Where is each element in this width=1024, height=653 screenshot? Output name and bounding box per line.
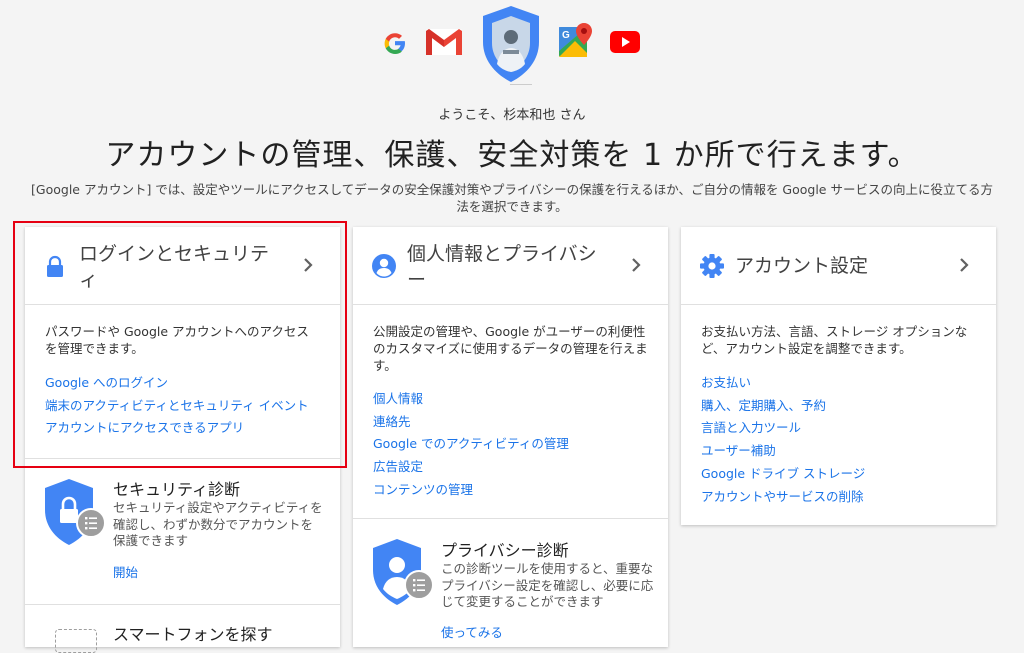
chevron-right-icon[interactable]: [954, 255, 974, 275]
link-content-control[interactable]: コンテンツの管理: [373, 479, 663, 502]
security-checkup-text: セキュリティ設定やアクティビティを確認し、わずか数分でアカウントを保護できます: [113, 500, 323, 548]
find-phone-section: スマートフォンを探す: [25, 604, 340, 653]
security-checkup-section: セキュリティ診断 セキュリティ設定やアクティビティを確認し、わずか数分でアカウン…: [25, 458, 340, 605]
security-checkup-shield-icon: [45, 479, 106, 545]
maps-icon[interactable]: G: [557, 21, 595, 59]
phone-icon: [55, 629, 97, 653]
page-description: [Google アカウント] では、設定やツールにアクセスしてデータの安全保護対…: [31, 182, 993, 214]
account-settings-card-links: お支払い 購入、定期購入、予約 言語と入力ツール ユーザー補助 Google ド…: [701, 372, 991, 508]
link-ad-settings[interactable]: 広告設定: [373, 456, 663, 479]
link-purchases[interactable]: 購入、定期購入、予約: [701, 395, 991, 418]
privacy-checkup-title: プライバシー診断: [441, 541, 569, 560]
account-settings-card: アカウント設定 お支払い方法、言語、ストレージ オプションなど、アカウント設定を…: [681, 227, 996, 525]
account-settings-card-description: お支払い方法、言語、ストレージ オプションなど、アカウント設定を調整できます。: [701, 324, 968, 356]
link-accessibility[interactable]: ユーザー補助: [701, 440, 991, 463]
app-icon-row: G: [0, 0, 1024, 90]
account-settings-card-header[interactable]: アカウント設定: [681, 227, 996, 305]
gmail-icon[interactable]: [424, 27, 464, 57]
privacy-checkup-section: プライバシー診断 この診断ツールを使用すると、重要なプライバシー設定を確認し、必…: [353, 518, 668, 648]
svg-text:G: G: [562, 30, 570, 41]
page-headline: アカウントの管理、保護、安全対策を 1 か所で行えます。: [105, 138, 919, 173]
welcome-message: ようこそ、杉本和也 さん: [438, 108, 586, 123]
privacy-card-description: 公開設定の管理や、Google がユーザーの利便性のカスタマイズに使用するデータ…: [373, 324, 648, 373]
privacy-checkup-text: この診断ツールを使用すると、重要なプライバシー設定を確認し、必要に応じて変更する…: [441, 561, 654, 609]
account-settings-card-title: アカウント設定: [735, 255, 869, 277]
gear-icon: [700, 254, 724, 278]
link-delete-account[interactable]: アカウントやサービスの削除: [701, 486, 991, 509]
google-g-icon[interactable]: [382, 30, 408, 56]
highlight-annotation-box: [13, 221, 347, 468]
security-checkup-start-link[interactable]: 開始: [113, 562, 138, 581]
link-language[interactable]: 言語と入力ツール: [701, 417, 991, 440]
link-payments[interactable]: お支払い: [701, 372, 991, 395]
shield-shadow: [510, 84, 532, 85]
security-checkup-title: セキュリティ診断: [113, 480, 241, 499]
privacy-checkup-shield-icon: [373, 539, 434, 605]
privacy-checkup-try-link[interactable]: 使ってみる: [441, 622, 503, 641]
privacy-card: 個人情報とプライバシー 公開設定の管理や、Google がユーザーの利便性のカス…: [353, 227, 668, 647]
person-icon: [372, 254, 396, 278]
privacy-card-header[interactable]: 個人情報とプライバシー: [353, 227, 668, 305]
find-phone-title[interactable]: スマートフォンを探す: [113, 621, 273, 645]
chevron-right-icon[interactable]: [626, 255, 646, 275]
privacy-card-links: 個人情報 連絡先 Google でのアクティビティの管理 広告設定 コンテンツの…: [373, 388, 663, 502]
link-personal-info[interactable]: 個人情報: [373, 388, 663, 411]
youtube-icon[interactable]: [610, 31, 640, 53]
link-drive-storage[interactable]: Google ドライブ ストレージ: [701, 463, 991, 486]
privacy-card-title: 個人情報とプライバシー: [407, 243, 597, 291]
link-contacts[interactable]: 連絡先: [373, 411, 663, 434]
profile-shield-icon[interactable]: [478, 4, 544, 86]
link-activity-controls[interactable]: Google でのアクティビティの管理: [373, 433, 663, 456]
